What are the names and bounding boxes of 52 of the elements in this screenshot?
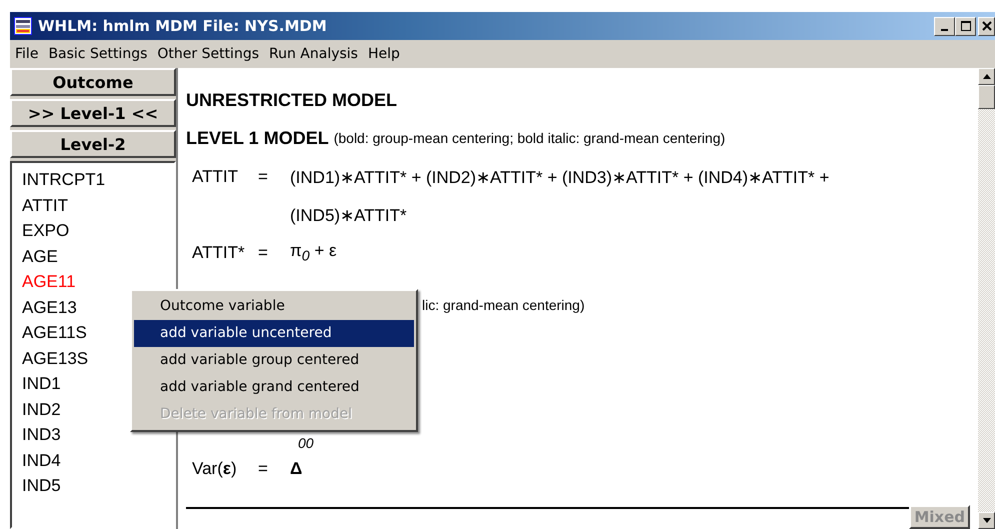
variable-item[interactable]: EXPO — [22, 218, 70, 244]
variable-item[interactable]: IND5 — [22, 473, 61, 498]
equation-rhs: (IND5)∗ATTIT* — [290, 204, 407, 226]
equation-lhs: Var(ε) — [192, 459, 238, 479]
context-menu-item[interactable]: add variable group centered — [134, 347, 414, 374]
app-icon — [14, 17, 32, 35]
variable-item[interactable]: AGE13 — [22, 294, 77, 320]
variable-item[interactable]: INTRCPT1 — [22, 167, 106, 192]
level-button[interactable]: Outcome — [10, 68, 176, 96]
menu-item[interactable]: Basic Settings — [43, 46, 152, 62]
variable-item[interactable]: IND1 — [22, 371, 61, 396]
context-menu-item[interactable]: Outcome variable — [134, 293, 414, 320]
equals-sign: = — [258, 459, 269, 479]
menu-item[interactable]: Help — [362, 46, 405, 62]
window-title: WHLM: hmlm MDM File: NYS.MDM — [38, 17, 327, 35]
level-button[interactable]: >> Level-1 << — [10, 99, 176, 127]
close-icon — [982, 21, 992, 31]
equation-lhs: ATTIT — [192, 167, 239, 187]
variable-item[interactable]: IND4 — [22, 448, 61, 473]
equation-rhs: Δ — [290, 459, 302, 479]
menu-item[interactable]: Run Analysis — [264, 46, 363, 62]
variable-item[interactable]: ATTIT — [22, 192, 68, 218]
close-button[interactable] — [978, 16, 995, 36]
context-menu-item[interactable]: add variable grand centered — [134, 374, 414, 401]
scrollbar-thumb[interactable] — [978, 85, 995, 109]
variable-item[interactable]: IND2 — [22, 396, 61, 422]
model-heading: UNRESTRICTED MODEL — [186, 89, 398, 112]
variable-item[interactable]: AGE11S — [22, 320, 87, 346]
equals-sign: = — [258, 243, 269, 263]
subscript: 00 — [297, 436, 314, 450]
dropdown-arrow-icon — [982, 518, 990, 523]
variable-item[interactable]: AGE11 — [22, 269, 76, 294]
scrollbar[interactable] — [978, 68, 995, 529]
context-menu-item[interactable]: add variable uncentered — [134, 320, 414, 347]
centering-note: (bold: group-mean centering; bold italic: grand-mean centering) — [334, 130, 726, 146]
variable-item[interactable]: IND3 — [22, 422, 61, 448]
menu-item[interactable]: File — [10, 46, 44, 62]
maximize-icon — [960, 21, 970, 31]
menu-item[interactable]: Other Settings — [152, 46, 264, 62]
equation-lhs: ATTIT* — [192, 243, 246, 263]
centering-note: lic: grand-mean centering) — [422, 296, 585, 315]
level-button[interactable]: Level-2 — [10, 130, 176, 158]
equals-sign: = — [258, 167, 269, 187]
equation-rhs: π$_{0}$ + ε — [290, 241, 337, 265]
variable-item[interactable]: AGE — [22, 244, 58, 269]
level-1-title: LEVEL 1 MODEL — [186, 128, 329, 148]
maximize-button[interactable] — [955, 16, 976, 36]
minimize-button[interactable] — [934, 16, 955, 36]
up-arrow-icon — [982, 74, 990, 79]
minimize-icon — [941, 28, 948, 30]
variable-item[interactable]: AGE13S — [22, 346, 88, 371]
equation-rhs: (IND1)∗ATTIT* + (IND2)∗ATTIT* + (IND3)∗ATTIT* + (IND4)∗ATTIT* + — [290, 166, 830, 188]
